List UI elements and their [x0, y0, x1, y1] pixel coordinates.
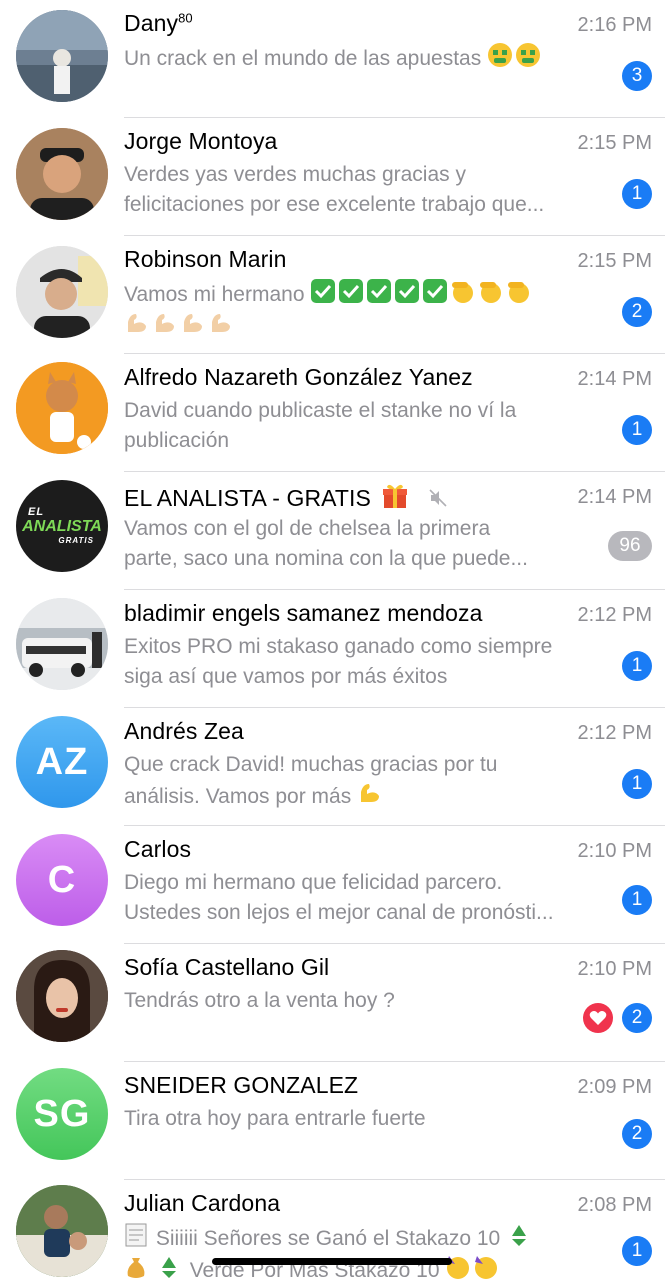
avatar: [16, 362, 108, 454]
saluting-face-emoji: [508, 282, 530, 303]
saluting-face-emoji: [480, 282, 502, 303]
flexed-biceps-emoji: [212, 313, 230, 332]
chat-name: Jorge Montoya: [124, 128, 278, 154]
flexed-biceps-emoji: [361, 783, 380, 802]
chat-row[interactable]: Jorge Montoya 2:15 PM Verdes yas verdes …: [0, 118, 665, 236]
unread-badge: 3: [622, 61, 652, 91]
chat-row[interactable]: Robinson Marin 2:15 PM Vamos mi hermano …: [0, 236, 665, 354]
unread-badge: 2: [622, 1003, 652, 1033]
unread-badge: 2: [622, 297, 652, 327]
recycling-symbol-emoji: [512, 1225, 527, 1246]
avatar: [16, 10, 108, 102]
avatar: [16, 128, 108, 220]
chat-name: Dany80: [124, 10, 193, 36]
avatar-text: GRATIS: [58, 536, 94, 545]
unread-badge: 1: [622, 1236, 652, 1266]
chat-name: Alfredo Nazareth González Yanez: [124, 364, 473, 390]
avatar: AZ: [16, 716, 108, 808]
unread-badge: 1: [622, 415, 652, 445]
chat-row[interactable]: EL ANALISTA GRATIS EL ANALISTA - GRATIS …: [0, 472, 665, 590]
chat-preview: Tendrás otro a la venta hoy ?: [124, 989, 395, 1012]
chat-preview: David cuando publicaste el stanke no ví …: [124, 399, 517, 452]
money-bag-emoji: [127, 1257, 145, 1278]
chat-name: Carlos: [124, 836, 192, 862]
chat-row[interactable]: Dany80 2:16 PM Un crack en el mundo de l…: [0, 0, 665, 118]
money-mouth-emoji: [516, 43, 541, 67]
chat-time: 2:08 PM: [577, 1194, 652, 1216]
chat-preview: Verdes yas verdes muchas gracias y felic…: [124, 163, 545, 216]
chat-preview: Diego mi hermano que felicidad parcero. …: [124, 871, 554, 924]
chat-preview: Siiiiii Señores se Ganó el Stakazo 10 Ve…: [124, 1222, 604, 1285]
money-mouth-emoji: [488, 43, 513, 67]
unread-badge: 2: [622, 1119, 652, 1149]
unread-badge: 1: [622, 179, 652, 209]
flexed-biceps-emoji: [128, 313, 146, 332]
avatar: [16, 1185, 108, 1277]
chat-preview: Tira otra hoy para entrarle fuerte: [124, 1107, 426, 1130]
saluting-face-emoji: [452, 282, 474, 303]
chat-preview: Vamos con el gol de chelsea la primera p…: [124, 517, 528, 570]
muted-speaker-icon: [429, 489, 447, 507]
avatar-text: ANALISTA: [22, 518, 102, 535]
chat-preview: Que crack David! muchas gracias por tu a…: [124, 753, 498, 808]
avatar-text: EL: [28, 506, 45, 518]
chat-name: Julian Cardona: [124, 1190, 281, 1216]
chat-name: Robinson Marin: [124, 246, 287, 272]
chat-time: 2:15 PM: [577, 250, 652, 272]
reaction-heart-icon: [583, 1003, 613, 1033]
unread-badge: 1: [622, 769, 652, 799]
recycling-symbol-emoji: [161, 1256, 176, 1278]
check-mark-button-emoji: [395, 279, 420, 303]
chat-time: 2:15 PM: [577, 132, 652, 154]
chat-time: 2:12 PM: [577, 722, 652, 744]
flexed-biceps-emoji: [156, 313, 174, 332]
unread-badge: 1: [622, 885, 652, 915]
chat-row[interactable]: SG SNEIDER GONZALEZ 2:09 PM Tira otra ho…: [0, 1062, 665, 1180]
avatar: [16, 950, 108, 1042]
unread-badge: 1: [622, 651, 652, 681]
gift-emoji: [383, 484, 408, 508]
chat-time: 2:12 PM: [577, 604, 652, 626]
chat-row[interactable]: Julian Cardona 2:08 PM Siiiiii Señores s…: [0, 1180, 665, 1282]
chat-time: 2:10 PM: [577, 958, 652, 980]
chat-time: 2:14 PM: [577, 486, 652, 508]
unread-badge-muted: 96: [608, 531, 652, 561]
chat-name: EL ANALISTA - GRATIS: [124, 482, 448, 512]
check-mark-button-emoji: [339, 279, 364, 303]
avatar: [16, 598, 108, 690]
check-mark-button-emoji: [367, 279, 392, 303]
avatar: EL ANALISTA GRATIS: [16, 480, 108, 572]
chat-time: 2:10 PM: [577, 840, 652, 862]
chat-preview: Exitos PRO mi stakaso ganado como siempr…: [124, 635, 553, 688]
chat-row[interactable]: C Carlos 2:10 PM Diego mi hermano que fe…: [0, 826, 665, 944]
chat-preview: Un crack en el mundo de las apuestas: [124, 42, 604, 74]
chat-name: bladimir engels samanez mendoza: [124, 600, 483, 626]
avatar: C: [16, 834, 108, 926]
chat-row[interactable]: bladimir engels samanez mendoza 2:12 PM …: [0, 590, 665, 708]
avatar: SG: [16, 1068, 108, 1160]
chat-name: Andrés Zea: [124, 718, 244, 744]
chat-row[interactable]: Alfredo Nazareth González Yanez 2:14 PM …: [0, 354, 665, 472]
chat-time: 2:16 PM: [577, 14, 652, 36]
chat-preview: Vamos mi hermano: [124, 278, 604, 341]
partying-face-emoji: [475, 1255, 498, 1279]
flexed-biceps-emoji: [184, 313, 202, 332]
avatar: [16, 246, 108, 338]
check-mark-button-emoji: [311, 279, 336, 303]
chat-name: Sofía Castellano Gil: [124, 954, 330, 980]
chat-name: SNEIDER GONZALEZ: [124, 1072, 359, 1098]
chat-row[interactable]: AZ Andrés Zea 2:12 PM Que crack David! m…: [0, 708, 665, 826]
check-mark-button-emoji: [423, 279, 448, 303]
home-indicator[interactable]: [212, 1258, 452, 1265]
chat-time: 2:14 PM: [577, 368, 652, 390]
chat-time: 2:09 PM: [577, 1076, 652, 1098]
memo-emoji: [125, 1223, 147, 1247]
chat-row[interactable]: Sofía Castellano Gil 2:10 PM Tendrás otr…: [0, 944, 665, 1062]
